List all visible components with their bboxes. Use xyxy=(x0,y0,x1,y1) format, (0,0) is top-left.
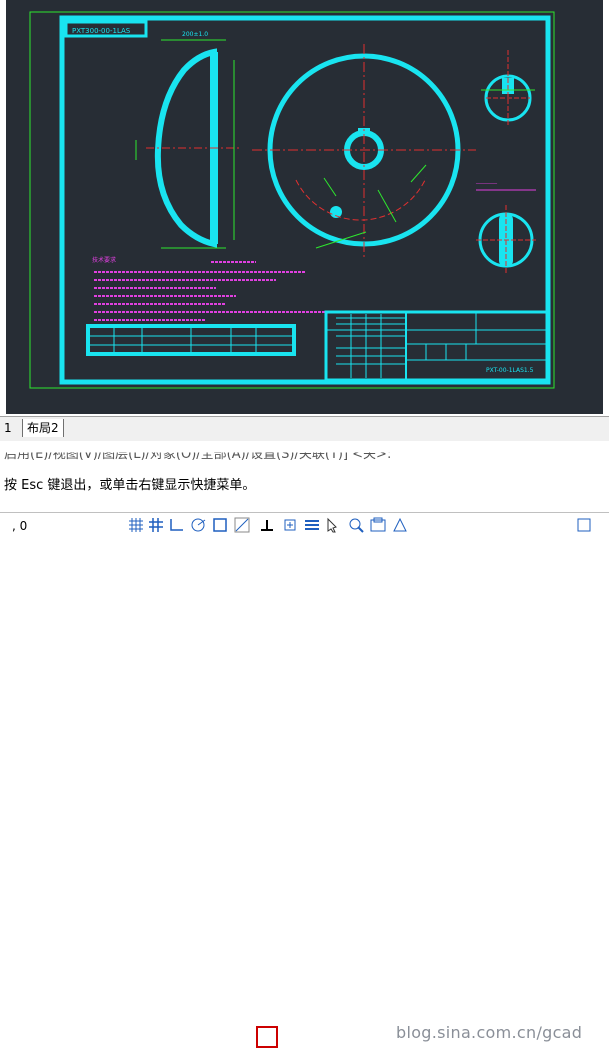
detail-view-top xyxy=(481,50,535,125)
title-block: PXT-00-1LAS1.5 xyxy=(324,310,550,382)
side-view: 200±1.0 xyxy=(135,31,241,249)
workspace-icon[interactable] xyxy=(576,517,592,533)
svg-text:───────: ─────── xyxy=(475,181,498,187)
status-bar: , 0 blog.sina.com.cn/gcad xyxy=(0,512,609,1048)
osnap-icon[interactable] xyxy=(212,517,228,533)
part-code: PXT-00-1LAS1.5 xyxy=(486,367,534,374)
command-prompt-line: 按 Esc 键退出，或单击右键显示快捷菜单。 xyxy=(4,478,256,493)
drawing-no-text: PXT300-00-1LAS xyxy=(72,27,131,35)
detail-view-bottom xyxy=(476,205,536,275)
model-icon[interactable] xyxy=(370,517,386,533)
sc-icon[interactable] xyxy=(348,517,364,533)
layout-tab-bar: 1 布局2 xyxy=(0,416,609,442)
model-space-canvas[interactable]: PXT300-00-1LAS 200±1.0 ─────── 技术要求 PXT-… xyxy=(6,0,603,414)
tab-layout2[interactable]: 布局2 xyxy=(22,419,64,437)
technical-notes: 技术要求 xyxy=(92,256,326,321)
annotation-icon[interactable] xyxy=(392,517,408,533)
coordinate-readout: , 0 xyxy=(12,519,28,533)
command-history-line: 启用(E)/视图(V)/图层(L)/对象(O)/全部(A)/设置(S)/关联(T… xyxy=(4,447,392,463)
ortho-icon[interactable] xyxy=(168,517,184,533)
lineweight-icon[interactable] xyxy=(304,517,320,533)
qp-icon[interactable] xyxy=(326,517,342,533)
grid-icon[interactable] xyxy=(148,517,164,533)
dyn-icon[interactable] xyxy=(282,517,298,533)
watermark: blog.sina.com.cn/gcad xyxy=(396,1023,583,1042)
svg-text:200±1.0: 200±1.0 xyxy=(182,31,208,38)
parts-table xyxy=(86,324,296,356)
command-window[interactable]: 启用(E)/视图(V)/图层(L)/对象(O)/全部(A)/设置(S)/关联(T… xyxy=(0,441,609,509)
snap-icon[interactable] xyxy=(128,517,144,533)
tab-model[interactable]: 1 xyxy=(0,419,16,437)
polar-icon[interactable] xyxy=(190,517,206,533)
ducs-icon[interactable] xyxy=(259,517,275,533)
front-view xyxy=(252,44,476,258)
svg-text:技术要求: 技术要求 xyxy=(92,256,116,264)
cad-drawing: PXT300-00-1LAS 200±1.0 ─────── 技术要求 PXT-… xyxy=(29,11,555,389)
drawing-area[interactable]: PXT300-00-1LAS 200±1.0 ─────── 技术要求 PXT-… xyxy=(0,0,609,420)
otrack-icon[interactable] xyxy=(234,517,250,533)
selected-button-highlight xyxy=(256,1026,278,1048)
